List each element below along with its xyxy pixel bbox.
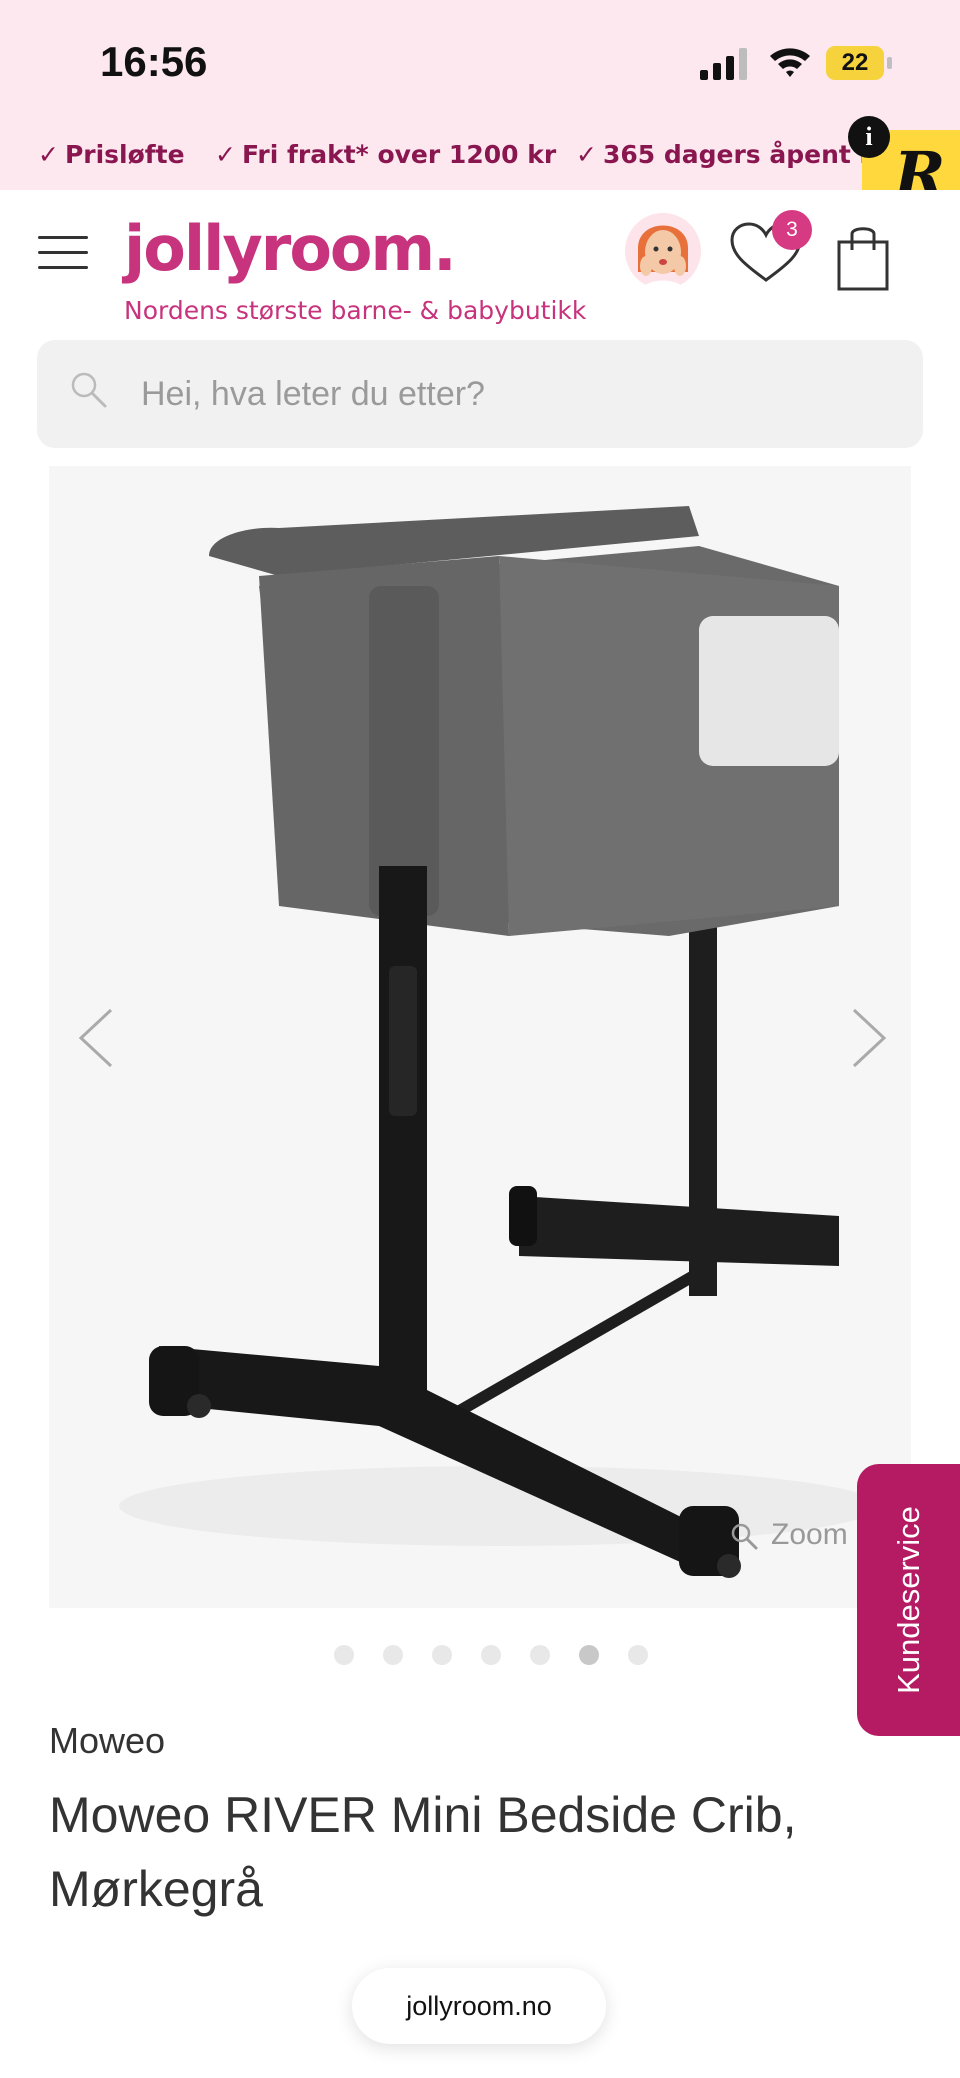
browser-url-bar[interactable]: jollyroom.no bbox=[352, 1968, 606, 2044]
info-icon[interactable]: i bbox=[848, 116, 890, 158]
product-title: Moweo RIVER Mini Bedside Crib, Mørkegrå bbox=[49, 1787, 797, 1917]
pagination-dot[interactable] bbox=[530, 1645, 550, 1665]
signal-icon bbox=[700, 48, 747, 80]
product-brand[interactable]: Moweo bbox=[49, 1720, 165, 1762]
checkmark-icon: ✓ bbox=[38, 140, 59, 169]
pagination-dot-active[interactable] bbox=[579, 1645, 599, 1665]
status-bar: 16:56 22 bbox=[0, 0, 960, 128]
promo-item: ✓ 365 dagers åpent k bbox=[576, 140, 877, 169]
promo-bar: ✓ Prisløfte ✓ Fri frakt* over 1200 kr ✓ 365… bbox=[0, 128, 960, 190]
site-tagline: Nordens største barne- & babybutikk bbox=[124, 296, 587, 325]
zoom-button[interactable]: Zoom bbox=[729, 1518, 848, 1558]
site-logo[interactable]: jollyroom. bbox=[124, 212, 457, 285]
pagination-dot[interactable] bbox=[334, 1645, 354, 1665]
promo-item: ✓ Fri frakt* over 1200 kr bbox=[215, 140, 557, 169]
checkmark-icon: ✓ bbox=[215, 140, 236, 169]
promo-item: ✓ Prisløfte bbox=[38, 140, 185, 169]
gallery-next-arrow-icon[interactable] bbox=[844, 1006, 894, 1070]
product-image-gallery[interactable]: Zoom bbox=[49, 466, 911, 1608]
pagination-dot[interactable] bbox=[628, 1645, 648, 1665]
search-icon bbox=[71, 372, 107, 408]
customer-service-tab[interactable]: Kundeservice bbox=[857, 1464, 960, 1736]
customer-service-label: Kundeservice bbox=[891, 1506, 926, 1694]
battery-level: 22 bbox=[841, 49, 869, 76]
battery-icon: 22 bbox=[826, 46, 894, 80]
pagination-dot[interactable] bbox=[383, 1645, 403, 1665]
hamburger-menu-icon[interactable] bbox=[38, 236, 88, 272]
wifi-icon bbox=[770, 48, 810, 77]
pagination-dot[interactable] bbox=[481, 1645, 501, 1665]
search-input[interactable] bbox=[141, 340, 881, 448]
zoom-icon bbox=[731, 1523, 758, 1550]
gallery-pagination bbox=[328, 1645, 648, 1667]
status-time: 16:56 bbox=[100, 38, 208, 85]
product-image bbox=[49, 466, 911, 1608]
wishlist-count-badge: 3 bbox=[772, 210, 812, 250]
gallery-prev-arrow-icon[interactable] bbox=[71, 1006, 121, 1070]
pagination-dot[interactable] bbox=[432, 1645, 452, 1665]
zoom-label: Zoom bbox=[771, 1518, 848, 1551]
avatar-icon[interactable] bbox=[624, 206, 702, 296]
search-bar[interactable] bbox=[37, 340, 923, 448]
site-header: jollyroom. Nordens største barne- & baby… bbox=[0, 190, 960, 336]
checkmark-icon: ✓ bbox=[576, 140, 597, 169]
shopping-bag-icon[interactable] bbox=[836, 222, 890, 292]
